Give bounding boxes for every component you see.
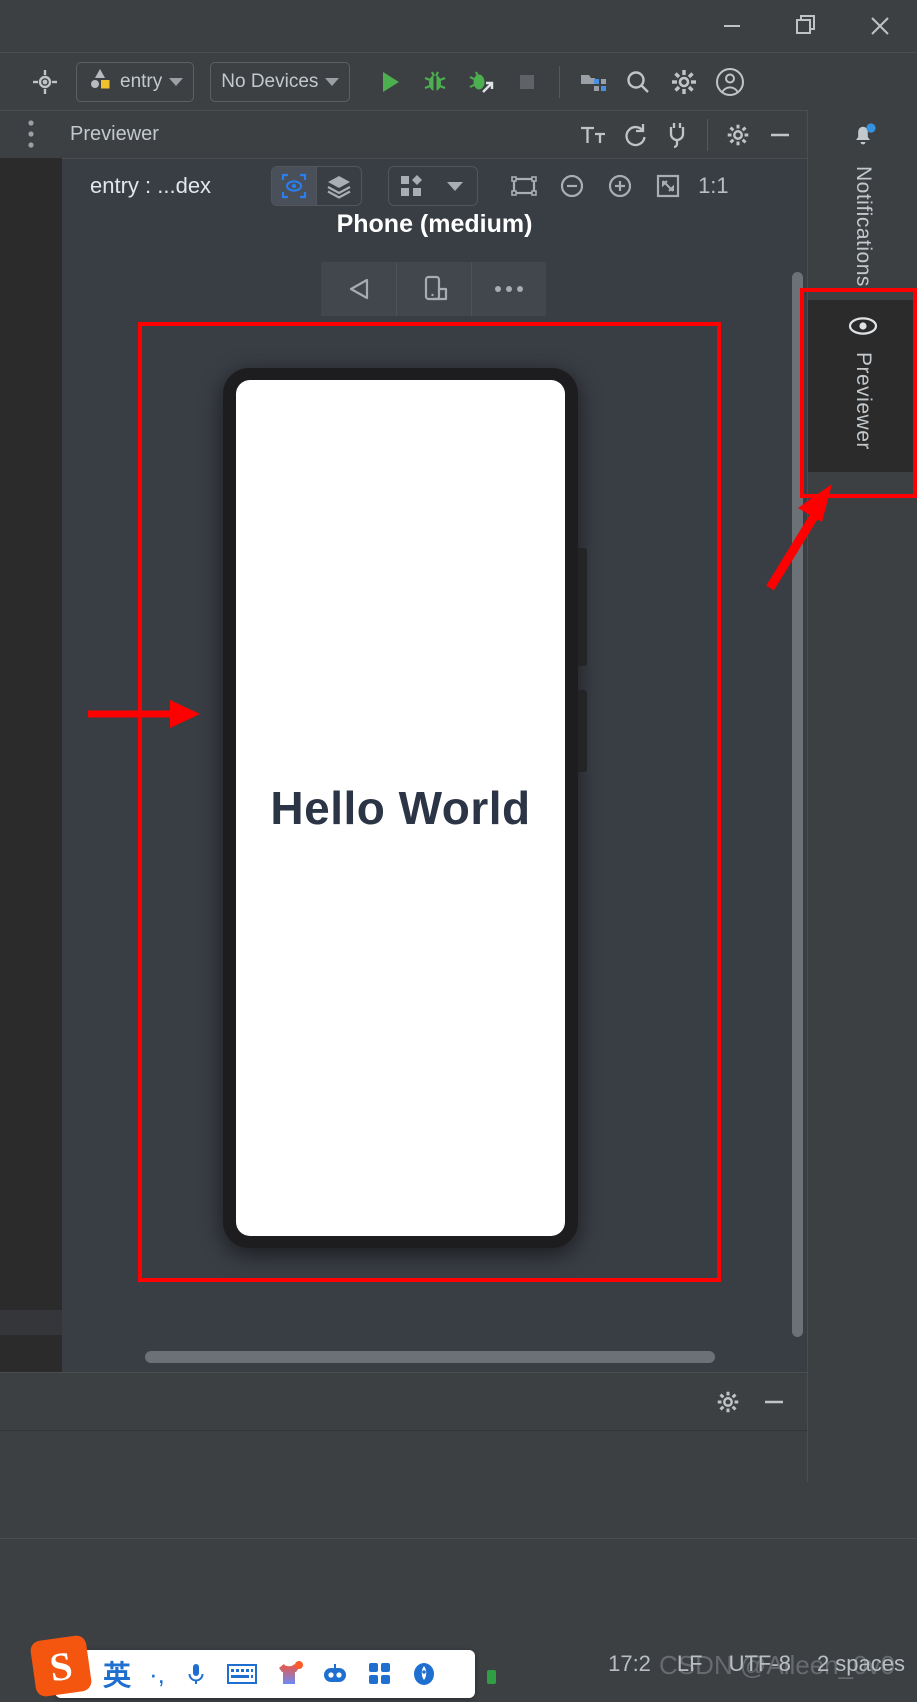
encoding-label[interactable]: UTF-8 (729, 1651, 791, 1677)
canvas-vertical-scrollbar[interactable] (792, 272, 803, 1337)
phone-screen[interactable]: Hello World (236, 380, 565, 1236)
status-divider (0, 1538, 917, 1539)
shirt-icon[interactable] (275, 1661, 303, 1687)
device-label: Phone (medium) (336, 212, 533, 238)
text-size-icon[interactable] (572, 114, 614, 156)
plug-icon[interactable] (656, 114, 698, 156)
account-button[interactable] (707, 59, 753, 105)
line-separator-label[interactable]: LF (677, 1651, 703, 1677)
restore-button[interactable] (769, 0, 843, 52)
ime-toolbar: 英 ·, (55, 1650, 475, 1698)
layers-mode-button[interactable] (317, 167, 361, 205)
grid-icon (389, 167, 433, 205)
grid-icon[interactable] (367, 1661, 393, 1687)
sidebar-item-previewer[interactable]: Previewer (808, 300, 917, 472)
lower-toolwindow-bar (0, 1372, 807, 1430)
ime-status-dot (487, 1670, 496, 1684)
phone-rotate-icon[interactable] (396, 262, 471, 316)
caret-position-label[interactable]: 17:2 (608, 1651, 651, 1677)
preview-canvas: Phone (medium) Hello World (62, 212, 807, 1372)
sogou-logo-icon[interactable]: S (29, 1634, 93, 1698)
minimize-button[interactable] (695, 0, 769, 52)
keyboard-icon[interactable] (226, 1662, 257, 1686)
triangle-left-icon[interactable] (321, 262, 396, 316)
stop-button[interactable] (504, 59, 550, 105)
app-module-icon (87, 66, 113, 98)
eye-icon (847, 314, 879, 344)
ime-language-toggle[interactable]: 英 (103, 1654, 131, 1694)
previewer-header-actions (572, 114, 807, 156)
layout-dropdown[interactable] (388, 165, 479, 206)
run-configuration-selector[interactable]: entry (76, 61, 195, 102)
gear-icon[interactable] (717, 114, 759, 156)
bell-icon (846, 118, 880, 158)
rocket-icon[interactable] (411, 1661, 437, 1687)
fit-to-window-button[interactable] (500, 162, 548, 210)
zoom-ratio-label[interactable]: 1:1 (692, 173, 735, 199)
status-bar-right: 17:2 LF UTF-8 2 spaces (608, 1644, 905, 1684)
canvas-horizontal-scrollbar[interactable] (145, 1351, 715, 1363)
previewer-toolwindow-header: Previewer (0, 110, 807, 158)
lower-empty-panel (0, 1430, 807, 1482)
search-everywhere-button[interactable] (615, 59, 661, 105)
right-toolwindow-stripe: Notifications Previewer (807, 110, 917, 1482)
target-locator-icon[interactable] (22, 59, 68, 105)
preview-mode-button[interactable] (272, 166, 317, 205)
sidebar-item-label: Notifications (852, 166, 875, 287)
toolwindow-options-icon[interactable] (0, 111, 62, 159)
project-structure-button[interactable] (569, 59, 615, 105)
attach-debugger-button[interactable] (458, 59, 504, 105)
device-selector-label: No Devices (221, 70, 319, 92)
debug-button[interactable] (412, 59, 458, 105)
run-configuration-label: entry (120, 70, 163, 92)
mic-icon[interactable] (183, 1661, 209, 1687)
toolbar-divider (559, 65, 561, 98)
left-gutter-rail (0, 158, 62, 1372)
close-button[interactable] (843, 0, 917, 52)
run-button[interactable] (366, 59, 412, 105)
previewer-file-label: entry : ...dex (90, 172, 212, 198)
device-frame-button[interactable] (644, 162, 692, 210)
ime-punctuation-toggle[interactable]: ·, (149, 1659, 165, 1690)
chevron-down-icon (169, 77, 184, 86)
chevron-down-icon (433, 167, 477, 205)
left-gutter-rail-segment (0, 1310, 62, 1335)
settings-button[interactable] (661, 59, 707, 105)
window-titlebar (0, 0, 917, 52)
sidebar-item-label: Previewer (852, 352, 875, 450)
view-mode-segmented-control (271, 165, 363, 206)
minus-icon[interactable] (759, 114, 801, 156)
gear-icon[interactable] (705, 1379, 751, 1425)
zoom-out-button[interactable] (548, 162, 596, 210)
robot-icon[interactable] (321, 1662, 349, 1686)
ide-main-toolbar: entry No Devices (0, 52, 917, 110)
zoom-in-button[interactable] (596, 162, 644, 210)
refresh-icon[interactable] (614, 114, 656, 156)
previewer-title: Previewer (70, 123, 159, 145)
device-selector[interactable]: No Devices (210, 61, 351, 102)
phone-device-mock: Hello World (223, 368, 587, 1248)
device-action-bar (321, 262, 546, 316)
ellipsis-icon[interactable] (471, 262, 546, 316)
hello-world-text: Hello World (270, 782, 531, 834)
previewer-subtoolbar: entry : ...dex 1:1 (0, 158, 807, 213)
indent-label[interactable]: 2 spaces (817, 1651, 905, 1677)
phone-side-button (578, 690, 587, 772)
chevron-down-icon (325, 77, 340, 86)
sidebar-item-notifications[interactable]: Notifications (808, 118, 917, 287)
minus-icon[interactable] (751, 1379, 797, 1425)
header-divider (707, 118, 708, 151)
